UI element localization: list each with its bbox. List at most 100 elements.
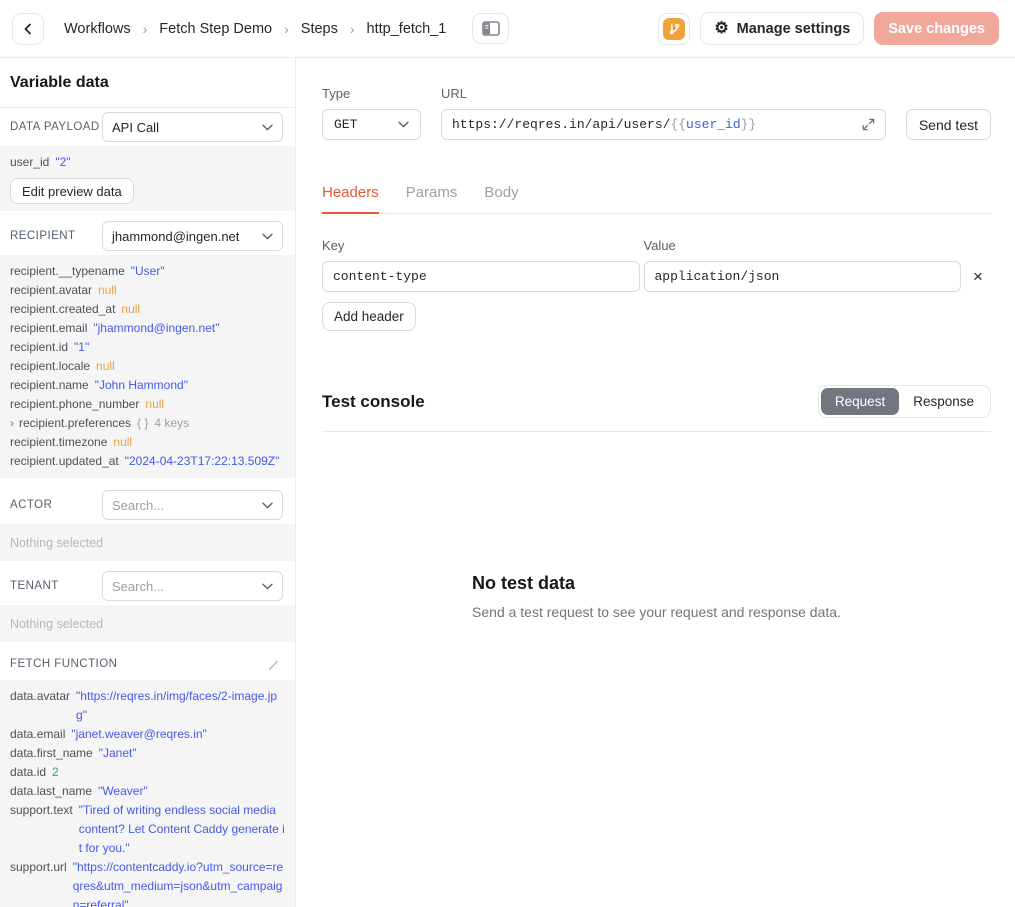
variable-row: recipient.timezonenull <box>10 433 285 452</box>
variable-value: 2 <box>52 763 59 782</box>
tab-body[interactable]: Body <box>484 184 518 213</box>
tab-params[interactable]: Params <box>406 184 458 213</box>
close-icon: × <box>973 267 983 286</box>
variable-key: data.avatar <box>10 687 70 706</box>
variable-row: recipient.__typename "User" <box>10 262 285 281</box>
chevron-down-icon <box>262 124 273 131</box>
type-label: Type <box>322 86 421 101</box>
toggle-sidebar-button[interactable] <box>472 13 509 44</box>
data-payload-select[interactable]: API Call <box>102 112 283 142</box>
variable-key: recipient.phone_number <box>10 395 139 414</box>
send-test-button[interactable]: Send test <box>906 109 991 140</box>
variable-row: recipient.created_at null <box>10 300 285 319</box>
data-payload-selected-value: API Call <box>112 120 159 135</box>
variable-value: "John Hammond" <box>95 376 188 395</box>
chevron-down-icon <box>262 583 273 590</box>
method-selected-value: GET <box>334 117 357 132</box>
tenant-select-placeholder: Search... <box>112 579 164 594</box>
variable-value: null <box>113 433 132 452</box>
variable-value: "https://contentcaddy.io?utm_source=reqr… <box>73 858 285 907</box>
actor-empty-state: Nothing selected <box>0 524 295 561</box>
recipient-section-header: RECIPIENT jhammond@ingen.net <box>0 217 295 255</box>
toggle-response[interactable]: Response <box>899 388 988 415</box>
breadcrumb-item-workflow-name[interactable]: Fetch Step Demo <box>159 21 272 37</box>
variable-row: support.url"https://contentcaddy.io?utm_… <box>10 858 285 907</box>
variable-key: recipient.email <box>10 319 87 338</box>
url-value: https://reqres.in/api/users/{{user_id}} <box>452 117 854 132</box>
variable-value: "2024-04-23T17:22:13.509Z" <box>125 452 280 471</box>
variable-key: recipient.updated_at <box>10 452 119 471</box>
header-key-input[interactable]: content-type <box>322 261 640 292</box>
topbar-actions: ⚙ Manage settings Save changes <box>658 12 999 45</box>
variable-row: data.last_name"Weaver" <box>10 782 285 801</box>
expand-url-editor-button[interactable] <box>862 118 875 131</box>
http-fetch-editor: Type GET URL https://reqres.in/api/users… <box>296 58 1015 907</box>
variable-value: "Janet" <box>99 744 137 763</box>
breadcrumb-item-steps[interactable]: Steps <box>301 21 338 37</box>
breadcrumb-item-step-name[interactable]: http_fetch_1 <box>367 21 447 37</box>
manage-settings-button[interactable]: ⚙ Manage settings <box>700 12 864 45</box>
variable-row[interactable]: ›recipient.preferences{ }4 keys <box>10 414 285 433</box>
url-label: URL <box>441 86 886 101</box>
variable-row: recipient.avatarnull <box>10 281 285 300</box>
variable-row: data.avatar "https://reqres.in/img/faces/… <box>10 687 285 725</box>
variable-meta: 4 keys <box>154 414 189 433</box>
actor-label: ACTOR <box>10 499 52 511</box>
remove-header-button[interactable]: × <box>965 268 991 285</box>
header-value-input[interactable]: application/json <box>644 261 962 292</box>
variable-key: data.first_name <box>10 744 93 763</box>
method-select[interactable]: GET <box>322 109 421 140</box>
commit-status-button[interactable] <box>658 13 690 45</box>
sidebar-panel-icon <box>482 21 500 36</box>
request-response-toggle: Request Response <box>818 385 991 418</box>
variable-value: "jhammond@ingen.net" <box>93 319 219 338</box>
empty-state-title: No test data <box>472 573 841 594</box>
chevron-down-icon <box>262 502 273 509</box>
variable-key: recipient.created_at <box>10 300 115 319</box>
breadcrumb-item-workflows[interactable]: Workflows <box>64 21 131 37</box>
recipient-selected-value: jhammond@ingen.net <box>112 229 239 244</box>
edit-preview-data-button[interactable]: Edit preview data <box>10 178 134 204</box>
variable-row: recipient.name "John Hammond" <box>10 376 285 395</box>
url-variable-token: user_id <box>686 117 741 132</box>
header-column-labels: Key Value <box>322 238 991 253</box>
git-branch-icon <box>668 22 681 35</box>
data-payload-section-header: DATA PAYLOAD API Call <box>0 108 295 146</box>
tab-headers[interactable]: Headers <box>322 184 379 214</box>
variable-row: recipient.phone_numbernull <box>10 395 285 414</box>
variable-value: null <box>98 281 117 300</box>
variable-value: "https://reqres.in/img/faces/2-image.jpg… <box>76 687 285 725</box>
recipient-select[interactable]: jhammond@ingen.net <box>102 221 283 251</box>
edit-fetch-function-button[interactable] <box>264 655 283 674</box>
actor-select[interactable]: Search... <box>102 490 283 520</box>
data-payload-preview: user_id "2" Edit preview data <box>0 146 295 211</box>
variable-value: "User" <box>131 262 165 281</box>
expand-icon <box>862 118 875 131</box>
variable-row: recipient.updated_at "2024-04-23T17:22:13… <box>10 452 285 471</box>
variable-value: "2" <box>55 153 70 172</box>
variable-value: { } <box>137 414 148 433</box>
add-header-button[interactable]: Add header <box>322 302 416 331</box>
request-tabs: Headers Params Body <box>322 184 991 214</box>
no-test-data-empty-state: No test data Send a test request to see … <box>472 573 841 620</box>
variable-key: data.email <box>10 725 65 744</box>
back-button[interactable] <box>12 13 44 45</box>
toggle-request[interactable]: Request <box>821 388 899 415</box>
fetch-function-preview: data.avatar "https://reqres.in/img/faces/… <box>0 680 295 907</box>
variable-value: "janet.weaver@reqres.in" <box>71 725 206 744</box>
url-input[interactable]: https://reqres.in/api/users/{{user_id}} <box>441 109 886 140</box>
variable-key: recipient.name <box>10 376 89 395</box>
variable-value: null <box>121 300 140 319</box>
save-changes-button[interactable]: Save changes <box>874 12 999 45</box>
variable-key: recipient.__typename <box>10 262 125 281</box>
sidebar-title: Variable data <box>0 58 295 108</box>
variable-key: user_id <box>10 153 49 172</box>
chevron-down-icon <box>262 233 273 240</box>
breadcrumb-separator-icon: › <box>350 21 355 37</box>
chevron-right-icon[interactable]: › <box>10 414 14 433</box>
breadcrumb: Workflows › Fetch Step Demo › Steps › ht… <box>64 21 446 37</box>
recipient-preview: recipient.__typename "User"recipient.avat… <box>0 255 295 478</box>
variable-row: recipient.id"1" <box>10 338 285 357</box>
actor-select-placeholder: Search... <box>112 498 164 513</box>
tenant-select[interactable]: Search... <box>102 571 283 601</box>
